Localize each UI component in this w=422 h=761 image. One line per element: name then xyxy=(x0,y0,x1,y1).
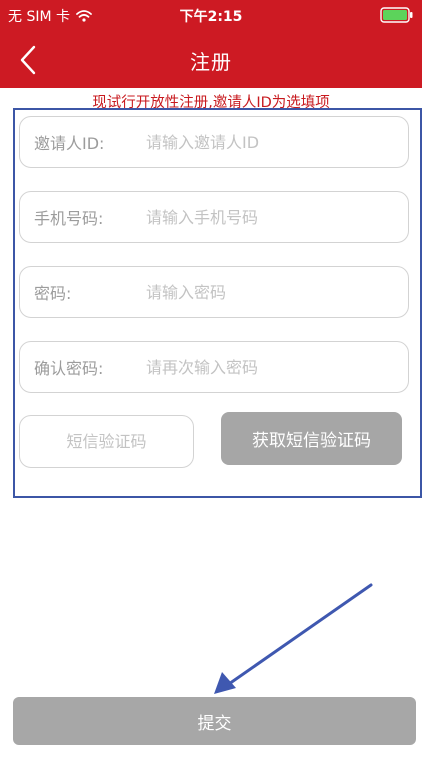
confirm-password-field: 确认密码: xyxy=(19,341,409,393)
inviter-id-field: 邀请人ID: xyxy=(19,116,409,168)
submit-button[interactable]: 提交 xyxy=(13,697,416,745)
password-label: 密码: xyxy=(34,284,72,303)
password-input[interactable] xyxy=(146,272,408,312)
phone-label: 手机号码: xyxy=(34,209,104,228)
page-title: 注册 xyxy=(190,50,232,74)
sms-code-input[interactable] xyxy=(31,432,182,451)
phone-field: 手机号码: xyxy=(19,191,409,243)
battery-icon xyxy=(380,7,413,23)
inviter-id-input[interactable] xyxy=(146,122,408,162)
confirm-password-input[interactable] xyxy=(146,347,408,387)
status-bar: 无 SIM 卡 下午2:15 xyxy=(0,0,422,30)
app-header: 无 SIM 卡 下午2:15 注册 xyxy=(0,0,422,88)
get-sms-code-button[interactable]: 获取短信验证码 xyxy=(221,412,402,465)
status-time: 下午2:15 xyxy=(179,9,243,25)
inviter-id-label: 邀请人ID: xyxy=(34,134,105,153)
sms-code-field xyxy=(19,415,194,468)
confirm-password-label: 确认密码: xyxy=(34,359,104,378)
nav-bar: 注册 xyxy=(0,30,422,88)
phone-input[interactable] xyxy=(146,197,408,237)
password-field: 密码: xyxy=(19,266,409,318)
